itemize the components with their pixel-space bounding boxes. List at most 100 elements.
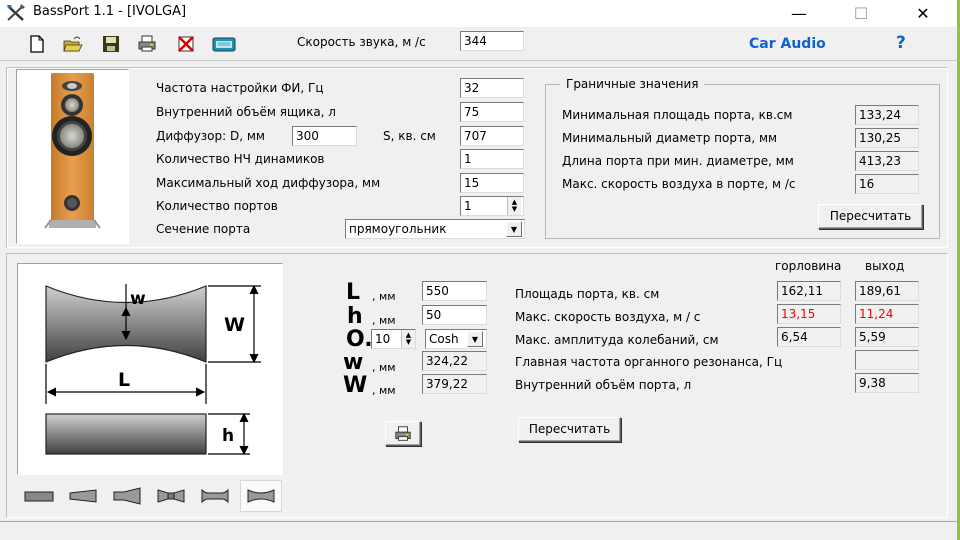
open-folder-icon[interactable] [63, 34, 83, 54]
close-button[interactable]: ✕ [900, 0, 946, 27]
toolbar: Скорость звука, м /с 344 Car Audio ? [0, 27, 960, 61]
h-unit: , мм [372, 314, 396, 327]
print-port-button[interactable] [385, 421, 421, 446]
min-port-diameter-label: Минимальный диаметр порта, мм [562, 131, 778, 145]
delete-icon[interactable] [176, 34, 196, 54]
window-title: BassPort 1.1 - [IVOLGA] [33, 4, 187, 19]
port-length-input[interactable]: 550 [422, 281, 487, 301]
recalc-limits-button[interactable]: Пересчитать [818, 204, 923, 229]
port-length-label: Длина порта при мин. диаметре, мм [562, 154, 794, 168]
throat-width-value: 324,22 [422, 351, 487, 371]
tuning-freq-input[interactable]: 32 [460, 78, 524, 98]
title-bar: BassPort 1.1 - [IVOLGA] — ☐ ✕ [0, 0, 960, 27]
O-symbol: O. [346, 327, 373, 352]
calculator-icon[interactable] [212, 34, 236, 54]
port-count-value: 1 [464, 199, 472, 213]
box-volume-input[interactable]: 75 [460, 102, 524, 122]
diagram-W-label: W [224, 314, 245, 336]
amplitude-throat: 6,54 [777, 327, 841, 347]
app-tools-icon [7, 4, 25, 21]
organ-resonance-label: Главная частота органного резонанса, Гц [515, 355, 783, 369]
chevron-down-icon[interactable]: ▼ [467, 331, 483, 347]
port-diagram: w W L h [17, 263, 283, 475]
port-area-label: Площадь порта, кв. см [515, 287, 660, 301]
cone-area-input[interactable]: 707 [460, 126, 524, 146]
woofer-count-input[interactable]: 1 [460, 149, 524, 169]
port-area-exit: 189,61 [855, 281, 919, 301]
chevron-down-icon[interactable]: ▼ [506, 221, 522, 237]
diagram-h-label: h [222, 426, 234, 446]
port-section-select[interactable]: прямоугольник [345, 219, 525, 239]
spin-down-icon[interactable]: ▼ [512, 206, 517, 213]
profile-value: Cosh [429, 332, 459, 346]
print-icon[interactable] [137, 34, 157, 54]
amplitude-label: Макс. амплитуда колебаний, см [515, 333, 719, 347]
min-port-area-value: 133,24 [855, 105, 919, 125]
minimize-button[interactable]: — [776, 0, 822, 27]
shape-cosh-flared-button[interactable] [240, 480, 282, 512]
recalc-port-button[interactable]: Пересчитать [518, 417, 621, 442]
maximize-button[interactable]: ☐ [838, 0, 884, 27]
double-flare-port-icon [157, 489, 185, 503]
w-symbol: w [343, 350, 364, 375]
horn-port-icon [113, 487, 141, 505]
print-icon [395, 426, 411, 441]
L-symbol: L [346, 280, 361, 305]
W-unit: , мм [372, 384, 396, 397]
air-speed-throat: 13,15 [777, 304, 841, 324]
shape-flared-ends-button[interactable] [194, 480, 236, 512]
floor-speaker-icon [44, 73, 101, 229]
diagram-L-label: L [118, 369, 130, 391]
port-count-spinner[interactable]: ▲ ▼ [507, 197, 521, 215]
shape-horn-button[interactable] [106, 480, 148, 512]
min-port-diameter-value: 130,25 [855, 128, 919, 148]
W-symbol: W [343, 373, 368, 398]
port-section-value: прямоугольник [349, 222, 447, 236]
port-volume-value: 9,38 [855, 373, 919, 393]
throat-column-header: горловина [775, 259, 842, 273]
straight-port-icon [24, 491, 54, 502]
cosh-flared-port-icon [247, 489, 275, 503]
h-symbol: h [347, 304, 363, 329]
save-icon[interactable] [101, 34, 121, 54]
port-height-input[interactable]: 50 [422, 305, 487, 325]
conical-port-icon [69, 489, 97, 503]
order-value: 10 [375, 332, 391, 346]
cone-area-label: S, кв. см [383, 129, 436, 143]
max-excursion-input[interactable]: 15 [460, 173, 524, 193]
order-spinner[interactable]: ▲ ▼ [401, 330, 415, 348]
amplitude-exit: 5,59 [855, 327, 919, 347]
car-audio-link[interactable]: Car Audio [749, 36, 826, 52]
new-file-icon[interactable] [27, 34, 47, 54]
organ-resonance-value [855, 350, 919, 370]
tuning-freq-label: Частота настройки ФИ, Гц [156, 81, 324, 95]
air-speed-exit: 11,24 [855, 304, 919, 324]
woofer-count-label: Количество НЧ динамиков [156, 152, 325, 166]
spin-down-icon[interactable]: ▼ [406, 339, 411, 346]
max-air-speed-label: Макс. скорость воздуха в порте, м /с [562, 177, 796, 191]
help-button[interactable]: ? [896, 33, 906, 53]
max-excursion-label: Максимальный ход диффузора, мм [156, 176, 381, 190]
cone-diameter-input[interactable]: 300 [292, 126, 357, 146]
status-bar [0, 521, 960, 540]
max-air-speed-value: 16 [855, 174, 919, 194]
L-unit: , мм [372, 290, 396, 303]
sound-speed-label: Скорость звука, м /с [297, 35, 426, 49]
box-volume-label: Внутренний объём ящика, л [156, 105, 336, 119]
cone-diameter-label: Диффузор: D, мм [156, 129, 265, 143]
shape-straight-button[interactable] [18, 480, 60, 512]
diagram-w-label: w [130, 289, 146, 309]
exit-width-value: 379,22 [422, 374, 487, 394]
air-speed-label: Макс. скорость воздуха, м / с [515, 310, 701, 324]
min-port-area-label: Минимальная площадь порта, кв.см [562, 108, 793, 122]
port-volume-label: Внутренний объём порта, л [515, 378, 692, 392]
limits-title: Граничные значения [560, 77, 705, 91]
flared-ends-port-icon [201, 488, 229, 504]
port-shape-diagram: w W L h [45, 284, 261, 456]
port-length-value: 413,23 [855, 151, 919, 171]
shape-conical-button[interactable] [62, 480, 104, 512]
shape-double-flare-button[interactable] [150, 480, 192, 512]
w-unit: , мм [372, 361, 396, 374]
port-count-label: Количество портов [156, 199, 278, 213]
sound-speed-input[interactable]: 344 [460, 31, 524, 51]
